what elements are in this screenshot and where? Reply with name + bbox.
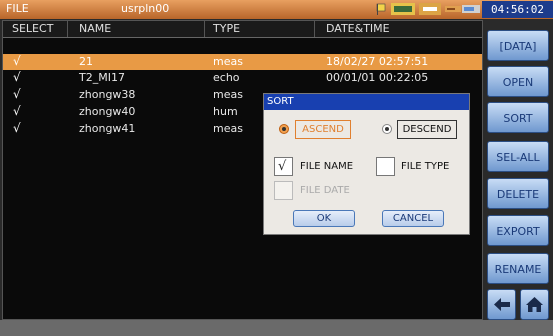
- row-type: hum: [213, 105, 238, 118]
- row-name: 21: [79, 55, 93, 68]
- file-name-label: FILE NAME: [300, 161, 354, 172]
- back-arrow-icon: [494, 298, 510, 311]
- column-divider: [314, 21, 315, 37]
- file-date-label: FILE DATE: [300, 185, 350, 196]
- title-bar: FILE usrpln00 04:56:02: [0, 0, 553, 19]
- file-type-label: FILE TYPE: [401, 161, 450, 172]
- check-mark-icon[interactable]: √: [13, 121, 21, 135]
- column-divider: [204, 21, 205, 37]
- row-name: zhongw40: [79, 105, 136, 118]
- header-select[interactable]: SELECT: [12, 22, 53, 35]
- sort-button[interactable]: SORT: [487, 102, 549, 133]
- row-type: meas: [213, 55, 243, 68]
- rename-button[interactable]: RENAME: [487, 253, 549, 284]
- open-button[interactable]: OPEN: [487, 66, 549, 97]
- header-datetime[interactable]: DATE&TIME: [326, 22, 390, 35]
- row-type: meas: [213, 122, 243, 135]
- file-type-checkbox[interactable]: [376, 157, 395, 176]
- sort-dialog: SORT ASCEND DESCEND √ FILE NAME FILE TYP…: [263, 93, 470, 235]
- row-date: 18/02/27 02:57:51: [326, 55, 429, 68]
- home-button[interactable]: [520, 289, 549, 320]
- power-icon: [462, 5, 480, 13]
- descend-option[interactable]: DESCEND: [397, 120, 457, 139]
- row-date: 00/01/01 00:22:05: [326, 71, 429, 84]
- usb-icon: [445, 6, 461, 12]
- row-name: zhongw38: [79, 88, 136, 101]
- check-mark-icon[interactable]: √: [13, 70, 21, 84]
- flag-icon: [376, 3, 386, 15]
- radio-dot-icon: [282, 127, 286, 131]
- radio-dot-icon: [385, 127, 389, 131]
- select-all-button[interactable]: SEL-ALL: [487, 141, 549, 172]
- row-type: meas: [213, 88, 243, 101]
- ascend-option[interactable]: ASCEND: [295, 120, 351, 139]
- table-row[interactable]: √ 21 meas 18/02/27 02:57:51: [3, 54, 482, 70]
- row-name: T2_MI17: [79, 71, 125, 84]
- bottom-bar: [0, 320, 553, 336]
- data-button[interactable]: [DATA]: [487, 30, 549, 61]
- app-title: FILE: [6, 2, 29, 15]
- path-label: usrpln00: [121, 2, 170, 15]
- check-mark-icon[interactable]: √: [13, 54, 21, 68]
- file-name-checkbox[interactable]: √: [274, 157, 293, 176]
- ascend-radio[interactable]: [279, 124, 289, 134]
- cancel-button[interactable]: CANCEL: [382, 210, 444, 227]
- check-mark-icon[interactable]: √: [13, 87, 21, 101]
- file-date-checkbox: [274, 181, 293, 200]
- home-icon: [526, 297, 543, 312]
- row-type: echo: [213, 71, 240, 84]
- ok-button[interactable]: OK: [293, 210, 355, 227]
- back-button[interactable]: [487, 289, 516, 320]
- row-name: zhongw41: [79, 122, 136, 135]
- header-name[interactable]: NAME: [79, 22, 111, 35]
- delete-button[interactable]: DELETE: [487, 178, 549, 209]
- column-divider: [67, 21, 68, 37]
- table-header: SELECT NAME TYPE DATE&TIME: [3, 21, 482, 38]
- clock: 04:56:02: [482, 1, 553, 18]
- table-row[interactable]: √ T2_MI17 echo 00/01/01 00:22:05: [3, 70, 482, 86]
- descend-radio[interactable]: [382, 124, 392, 134]
- check-mark-icon[interactable]: √: [13, 104, 21, 118]
- check-mark-icon: √: [278, 159, 287, 174]
- dialog-title: SORT: [264, 94, 469, 110]
- export-button[interactable]: EXPORT: [487, 215, 549, 246]
- header-type[interactable]: TYPE: [213, 22, 240, 35]
- battery-icon: [391, 3, 415, 15]
- memory-icon: [419, 3, 441, 15]
